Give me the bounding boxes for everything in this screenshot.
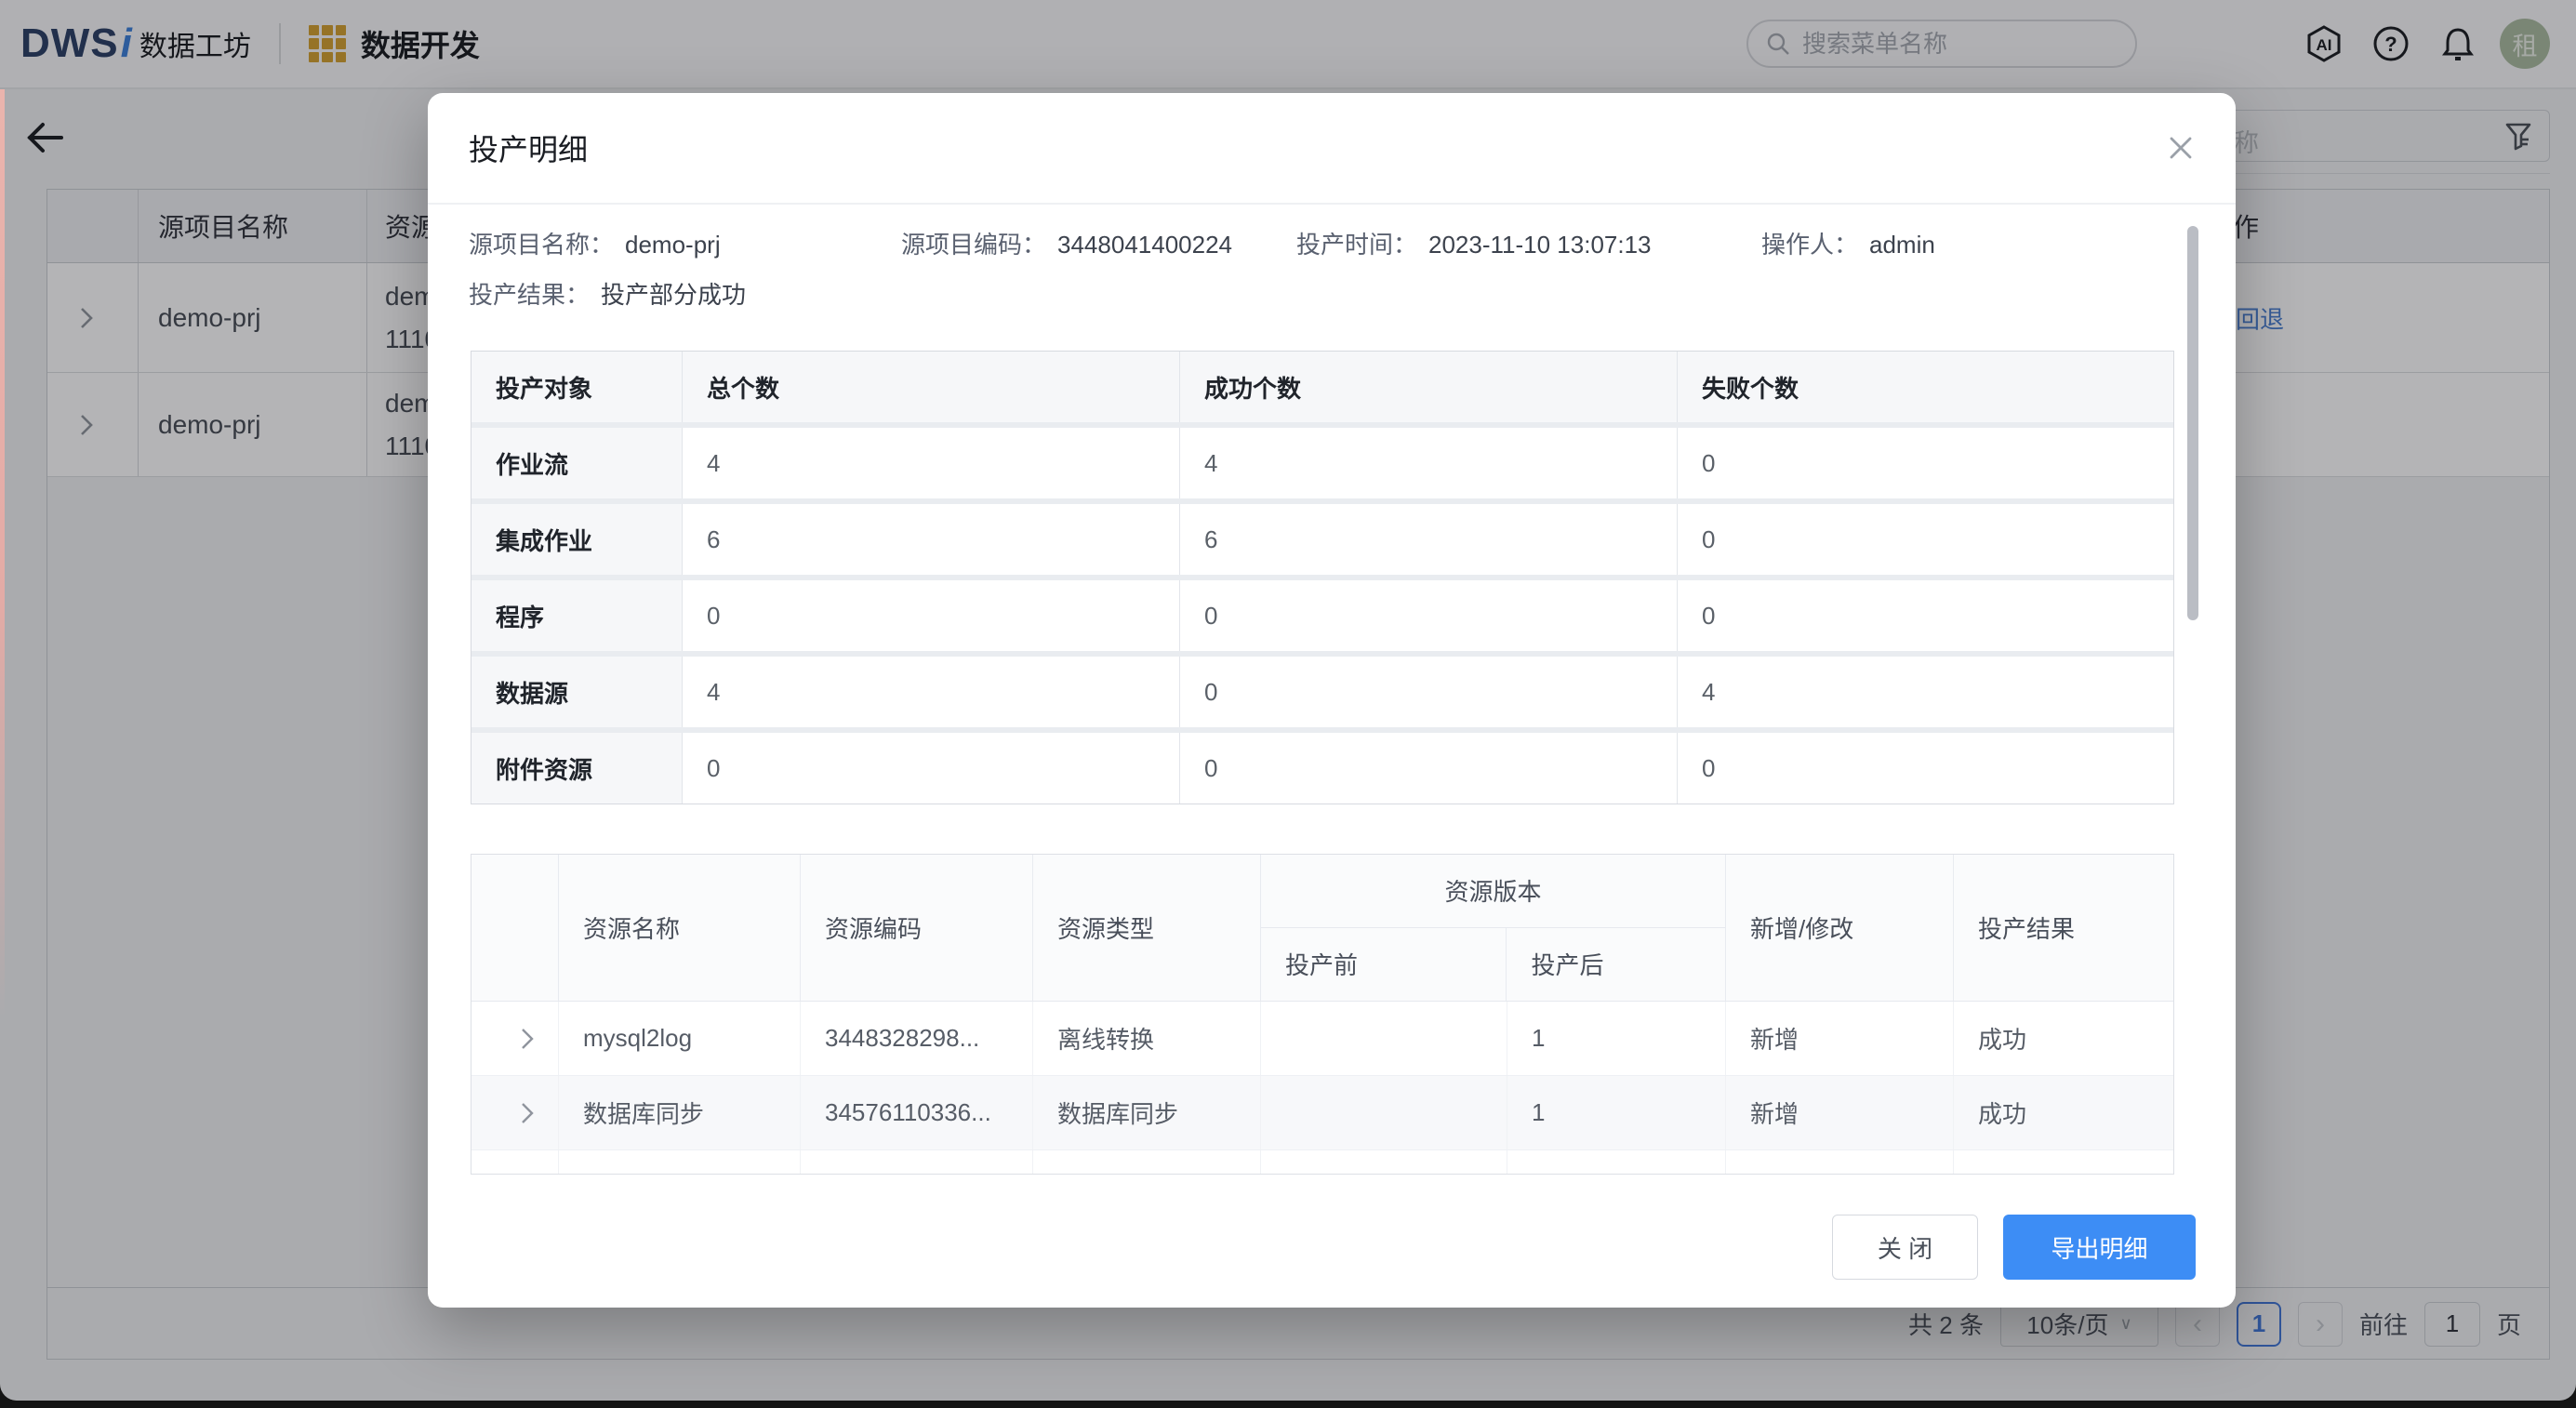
expand-row-icon[interactable] [471, 1002, 559, 1075]
dialog-header: 投产明细 [428, 93, 2236, 205]
summary-row: 附件资源 0 0 0 [471, 733, 2173, 804]
production-detail-dialog: 投产明细 源项目名称：demo-prj 源项目编码：3448041400224 … [428, 93, 2236, 1308]
col-add-modify: 新增/修改 [1726, 855, 1954, 1001]
summary-col-fail: 失败个数 [1678, 352, 2173, 422]
modal-scrollbar-thumb[interactable] [2187, 226, 2198, 620]
export-detail-button[interactable]: 导出明细 [2003, 1215, 2196, 1280]
col-after-production: 投产后 [1507, 928, 1725, 1002]
info-source-project-code: 源项目编码：3448041400224 [901, 229, 1232, 260]
expand-row-icon[interactable] [471, 1076, 559, 1149]
summary-row: 集成作业 6 6 0 [471, 504, 2173, 575]
info-production-time: 投产时间：2023-11-10 13:07:13 [1296, 229, 1652, 260]
col-resource-version-group: 资源版本 投产前 投产后 [1261, 855, 1726, 1001]
app-window: DWS i 数据工坊 数据开发 AI [0, 0, 2576, 1401]
summary-header-row: 投产对象 总个数 成功个数 失败个数 [471, 352, 2173, 422]
col-resource-name: 资源名称 [559, 855, 801, 1001]
summary-col-success: 成功个数 [1180, 352, 1678, 422]
resource-row-clipped [471, 1150, 2173, 1175]
col-resource-code: 资源编码 [801, 855, 1033, 1001]
summary-row: 数据源 4 0 4 [471, 657, 2173, 727]
info-production-result: 投产结果：投产部分成功 [469, 279, 746, 311]
col-resource-type: 资源类型 [1033, 855, 1261, 1001]
info-source-project-name: 源项目名称：demo-prj [469, 229, 721, 260]
close-button[interactable]: 关 闭 [1832, 1215, 1978, 1280]
resource-detail-table: 资源名称 资源编码 资源类型 资源版本 投产前 投产后 新增/修改 投产结果 m… [471, 854, 2174, 1175]
col-before-production: 投产前 [1261, 928, 1507, 1002]
resource-row[interactable]: mysql2log 3448328298... 离线转换 1 新增 成功 [471, 1002, 2173, 1076]
summary-col-object: 投产对象 [471, 352, 683, 422]
summary-row: 程序 0 0 0 [471, 580, 2173, 651]
summary-row: 作业流 4 4 0 [471, 428, 2173, 498]
production-summary-table: 投产对象 总个数 成功个数 失败个数 作业流 4 4 0 集成作业 6 6 0 … [471, 351, 2174, 804]
resource-header: 资源名称 资源编码 资源类型 资源版本 投产前 投产后 新增/修改 投产结果 [471, 855, 2173, 1002]
resource-row[interactable]: 数据库同步 34576110336... 数据库同步 1 新增 成功 [471, 1076, 2173, 1150]
left-edge-artifact [0, 89, 5, 1019]
info-operator: 操作人：admin [1761, 229, 1935, 260]
close-icon[interactable] [2167, 134, 2195, 162]
resource-expand-col [471, 855, 559, 1001]
summary-col-total: 总个数 [683, 352, 1180, 422]
col-production-result: 投产结果 [1954, 855, 2173, 1001]
dialog-title: 投产明细 [469, 126, 588, 169]
